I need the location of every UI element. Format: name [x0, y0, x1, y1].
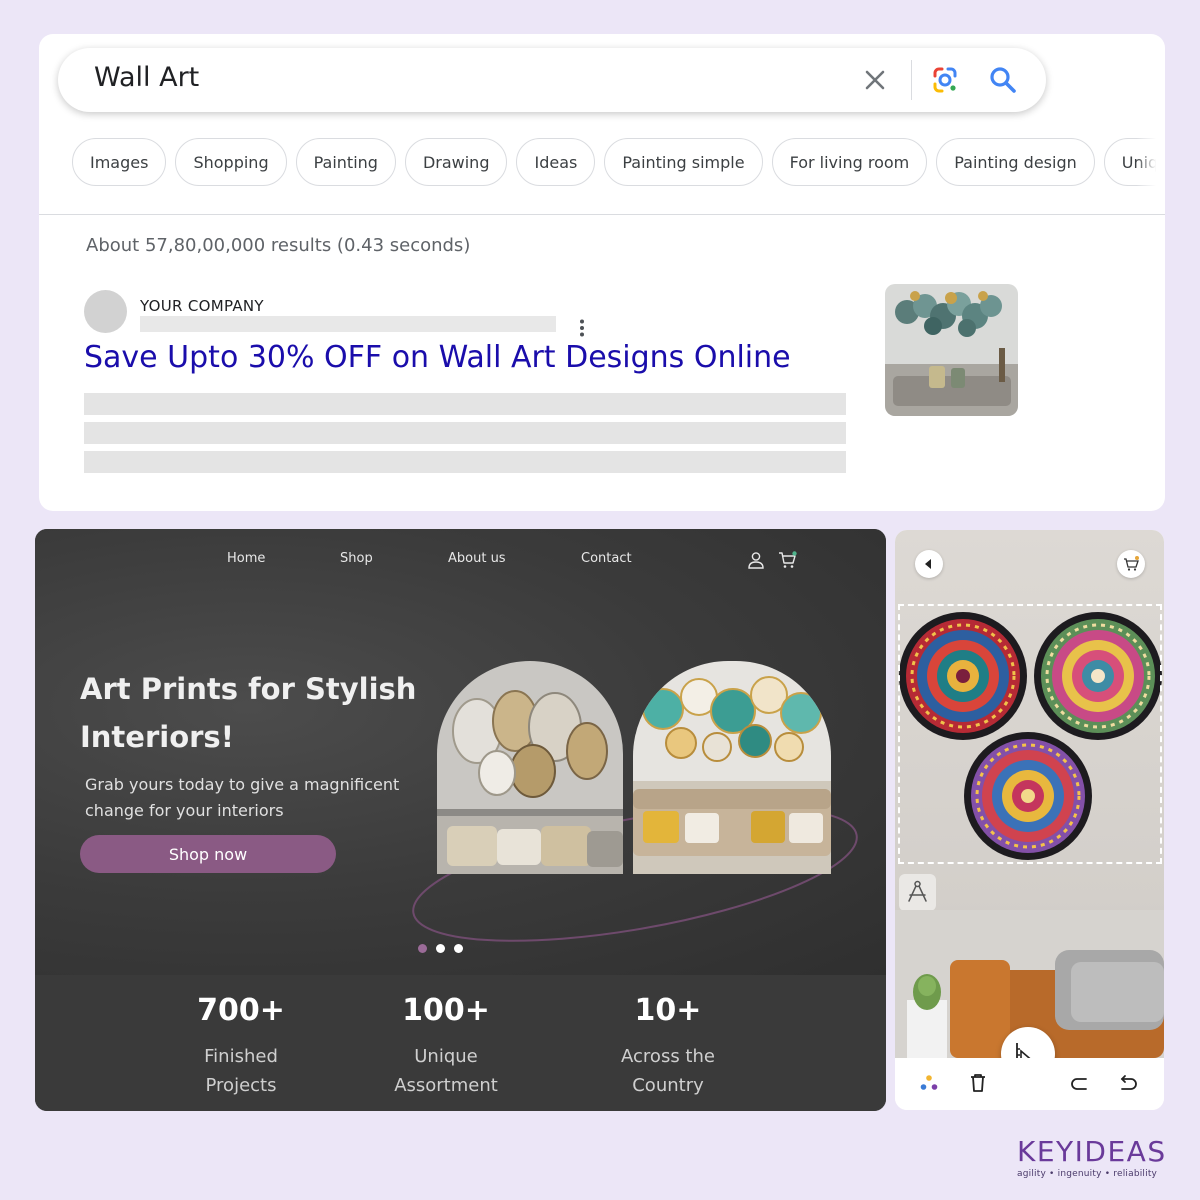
chip-ideas[interactable]: Ideas: [516, 138, 596, 186]
search-bar-divider: [911, 60, 912, 100]
stats-strip: 700+ Finished Projects 100+ Unique Assor…: [35, 975, 886, 1111]
stat-value: 100+: [402, 993, 490, 1028]
result-title-link[interactable]: Save Upto 30% OFF on Wall Art Designs On…: [84, 340, 791, 375]
search-bar[interactable]: Wall Art: [58, 48, 1046, 112]
user-icon[interactable]: [747, 551, 765, 569]
more-options-icon[interactable]: [577, 318, 587, 338]
back-button[interactable]: [915, 550, 943, 578]
hero-subtitle: Grab yours today to give a magnificent c…: [85, 775, 400, 820]
back-arrow-icon: [925, 559, 931, 569]
delete-icon[interactable]: [966, 1071, 990, 1095]
nav-home[interactable]: Home: [227, 551, 265, 566]
snippet-placeholder: [84, 422, 846, 444]
keyideas-logo: KEYIDEAS agility • ingenuity • reliabili…: [1017, 1135, 1167, 1179]
carousel-dot[interactable]: [418, 944, 427, 953]
chip-drawing[interactable]: Drawing: [404, 138, 508, 186]
search-icon[interactable]: [987, 64, 1019, 96]
ar-tool-button[interactable]: [899, 874, 936, 911]
chip-painting-simple[interactable]: Painting simple: [604, 138, 763, 186]
cart-icon[interactable]: [778, 551, 798, 569]
nav-shop[interactable]: Shop: [340, 551, 373, 566]
stat-label: Across the Country: [621, 1046, 715, 1096]
carousel-dots: [418, 944, 463, 953]
redo-icon[interactable]: [1067, 1071, 1091, 1095]
stat-country: 10+ Across the Country: [603, 993, 733, 1100]
cart-icon: [1124, 556, 1139, 571]
undo-icon[interactable]: [1117, 1071, 1141, 1095]
nav-about-us[interactable]: About us: [448, 551, 506, 566]
selection-box[interactable]: [898, 604, 1162, 864]
chip-shopping[interactable]: Shopping: [175, 138, 287, 186]
chips-fade: [1136, 130, 1165, 192]
clear-icon[interactable]: [860, 65, 890, 95]
carousel-dot[interactable]: [436, 944, 445, 953]
google-lens-icon[interactable]: [929, 64, 961, 96]
chip-painting-design[interactable]: Painting design: [936, 138, 1095, 186]
wall-art-image-leaves[interactable]: [437, 661, 623, 874]
search-results-card: Wall Art Images Shopping Painting Drawin…: [39, 34, 1165, 511]
color-palette-icon[interactable]: [917, 1071, 941, 1095]
website-hero-card: Home Shop About us Contact Art Prints fo…: [35, 529, 886, 1111]
compass-icon: [908, 880, 927, 902]
stat-label: Finished Projects: [204, 1046, 278, 1096]
app-toolbar: [895, 1058, 1164, 1110]
company-favicon: [84, 290, 127, 333]
search-divider: [39, 214, 1165, 215]
ar-preview-app: [895, 530, 1164, 1110]
app-cart-button[interactable]: [1117, 550, 1145, 578]
shop-now-button[interactable]: Shop now: [80, 835, 336, 873]
filter-chips: Images Shopping Painting Drawing Ideas P…: [72, 138, 1165, 186]
wall-art-image-discs[interactable]: [633, 661, 831, 874]
stat-value: 700+: [197, 993, 285, 1028]
company-name: YOUR COMPANY: [140, 297, 264, 315]
nav-contact[interactable]: Contact: [581, 551, 632, 566]
hero-title: Art Prints for Stylish Interiors!: [80, 672, 417, 754]
result-thumbnail[interactable]: [885, 284, 1018, 416]
stat-assortment: 100+ Unique Assortment: [394, 993, 498, 1100]
search-query[interactable]: Wall Art: [94, 62, 199, 93]
stat-value: 10+: [634, 993, 702, 1028]
stat-projects: 700+ Finished Projects: [185, 993, 297, 1100]
brand-tagline: agility • ingenuity • reliability: [1017, 1169, 1158, 1179]
snippet-placeholder: [84, 451, 846, 473]
brand-name: KEYIDEAS: [1017, 1135, 1167, 1168]
snippet-placeholder: [84, 393, 846, 415]
chip-for-living-room[interactable]: For living room: [771, 138, 928, 186]
carousel-dot[interactable]: [454, 944, 463, 953]
chip-painting[interactable]: Painting: [295, 138, 396, 186]
stat-label: Unique Assortment: [394, 1046, 498, 1096]
result-stats: About 57,80,00,000 results (0.43 seconds…: [86, 235, 471, 256]
url-placeholder: [140, 316, 556, 332]
chip-images[interactable]: Images: [72, 138, 167, 186]
